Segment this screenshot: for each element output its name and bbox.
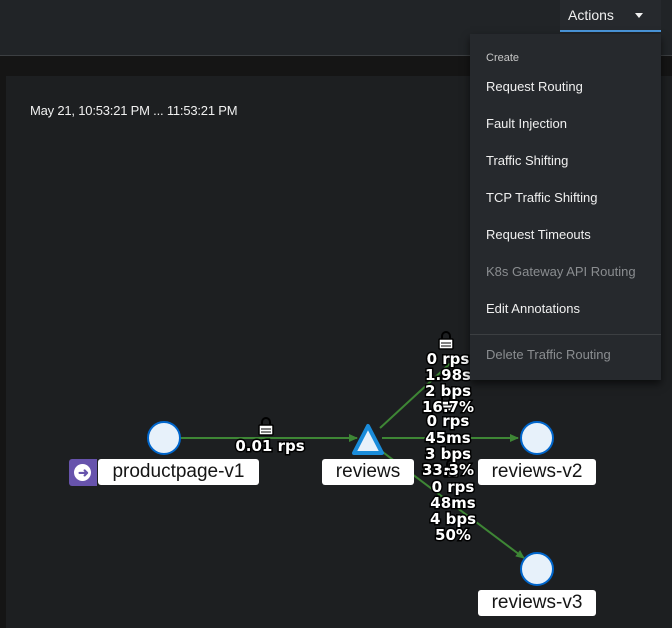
node-label-reviews-v2[interactable]: reviews-v2 — [478, 459, 596, 485]
lock-icon — [438, 331, 454, 350]
menu-divider — [470, 334, 661, 335]
menu-item-traffic-shifting[interactable]: Traffic Shifting — [486, 153, 568, 168]
node-reviews-v3[interactable] — [520, 552, 554, 586]
actions-menu: Create Request Routing Fault Injection T… — [470, 34, 661, 380]
lock-icon — [258, 417, 274, 436]
app-badge: ➜ — [69, 459, 97, 486]
node-label-productpage-v1[interactable]: productpage-v1 — [98, 459, 259, 485]
edge-label-v2-rps: 0 rps — [427, 412, 470, 430]
edge-label-productpage-rps: 0.01 rps — [235, 437, 304, 455]
menu-item-k8s-gateway-routing: K8s Gateway API Routing — [486, 264, 636, 279]
edge-label-v3-percent: 50% — [435, 526, 471, 544]
node-reviews-service[interactable] — [352, 424, 384, 455]
menu-item-edit-annotations[interactable]: Edit Annotations — [486, 301, 580, 316]
node-reviews-v2[interactable] — [520, 421, 554, 455]
menu-item-delete-traffic-routing: Delete Traffic Routing — [486, 347, 611, 362]
menu-item-tcp-traffic-shifting[interactable]: TCP Traffic Shifting — [486, 190, 598, 205]
menu-item-fault-injection[interactable]: Fault Injection — [486, 116, 567, 131]
menu-group-create: Create — [486, 52, 520, 64]
node-productpage-v1[interactable] — [147, 421, 181, 455]
menu-item-request-timeouts[interactable]: Request Timeouts — [486, 227, 591, 242]
node-label-reviews[interactable]: reviews — [322, 459, 414, 485]
node-label-reviews-v3[interactable]: reviews-v3 — [478, 590, 596, 616]
edge-label-v2-percent: 33.3% — [422, 461, 474, 479]
menu-item-request-routing[interactable]: Request Routing — [486, 79, 583, 94]
